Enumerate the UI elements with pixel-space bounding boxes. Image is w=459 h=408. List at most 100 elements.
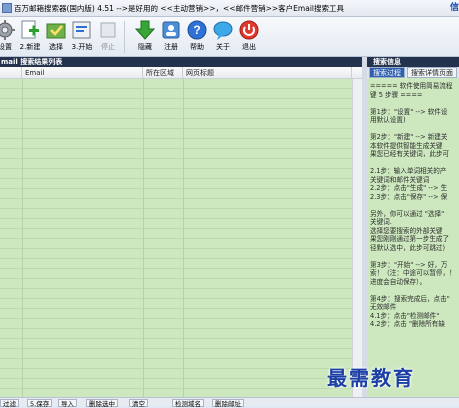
results-header: mail 搜索结果列表: [0, 57, 362, 67]
help-button[interactable]: ? 帮助: [186, 19, 208, 55]
table-row[interactable]: [0, 359, 362, 369]
info-line: 果您刚刚通过第一步生成了: [370, 235, 450, 243]
info-tabs: 搜索过程 搜索详情页面: [367, 67, 459, 78]
table-row[interactable]: [0, 199, 362, 209]
register-button[interactable]: 注册: [160, 19, 182, 55]
stop-label: 停止: [101, 43, 115, 51]
tab-search-process[interactable]: 搜索过程: [369, 67, 405, 78]
table-row[interactable]: [0, 309, 362, 319]
info-line: [370, 252, 459, 261]
table-row[interactable]: [0, 219, 362, 229]
window-title: 百万邮箱搜索器(国内版) 4.51 -->是好用的 <<主动营销>>，<<邮件营…: [14, 4, 344, 13]
table-row[interactable]: [0, 79, 362, 89]
stop-icon: [100, 22, 116, 38]
column-index[interactable]: [0, 67, 22, 79]
table-row[interactable]: [0, 299, 362, 309]
info-line: 4.2步：点击 "删除所有缺: [370, 320, 445, 328]
table-row[interactable]: [0, 169, 362, 179]
start-label: 3.开始: [71, 43, 93, 51]
table-row[interactable]: [0, 339, 362, 349]
select-button[interactable]: 选择: [45, 19, 67, 55]
app-icon: [2, 3, 12, 13]
table-row[interactable]: [0, 289, 362, 299]
column-page-title[interactable]: 网页标题: [183, 67, 352, 79]
start-button[interactable]: 3.开始: [70, 19, 94, 55]
table-row[interactable]: [0, 369, 362, 379]
info-line: 第3步："开始" --> 好，万: [370, 260, 448, 269]
table-row[interactable]: [0, 269, 362, 279]
table-row[interactable]: [0, 149, 362, 159]
table-row[interactable]: [0, 249, 362, 259]
info-line: 另外，你可以通过 "选择": [370, 209, 445, 218]
about-button[interactable]: 关于: [212, 19, 234, 55]
help-icon: ?: [187, 20, 207, 40]
hide-button[interactable]: 隐藏: [134, 19, 156, 55]
table-row[interactable]: [0, 319, 362, 329]
new-label: 2.新建: [19, 43, 41, 51]
info-line: 本软件提供智能生成关键: [370, 141, 443, 150]
exit-button[interactable]: 退出: [238, 19, 260, 55]
info-line: 关键词和邮件关键词: [370, 175, 430, 184]
stop-button[interactable]: 停止: [98, 19, 118, 55]
table-row[interactable]: [0, 159, 362, 169]
title-bar: 百万邮箱搜索器(国内版) 4.51 -->是好用的 <<主动营销>>，<<邮件营…: [0, 0, 459, 17]
info-line: 径默认选中，此步可跳过): [370, 243, 446, 252]
table-row[interactable]: [0, 179, 362, 189]
info-line: [370, 99, 459, 108]
bottom-toolbar: 过滤 5.保存 导入 删除选中 清空 检测域名 删除邮址: [0, 397, 459, 408]
info-line: 2.1步：输入单词相关的产: [370, 167, 447, 175]
table-row[interactable]: [0, 189, 362, 199]
table-row[interactable]: [0, 209, 362, 219]
about-speech-icon: [213, 21, 233, 40]
info-line: [370, 125, 459, 134]
register-icon: [162, 21, 180, 39]
corner-text: 信: [449, 3, 459, 13]
table-row[interactable]: [0, 89, 362, 99]
info-line: 2.3步：点击"保存" --> 保: [370, 192, 448, 201]
down-arrow-icon: [134, 20, 156, 40]
table-row[interactable]: [0, 109, 362, 119]
info-line: [370, 201, 459, 210]
table-row[interactable]: [0, 129, 362, 139]
info-line: 第4步：搜索完成后，点击": [370, 294, 450, 303]
info-line: [370, 286, 459, 295]
info-line: 2.2步：点击"生成" --> 生: [370, 184, 448, 192]
table-row[interactable]: [0, 139, 362, 149]
tab-search-details[interactable]: 搜索详情页面: [407, 67, 457, 78]
register-label: 注册: [164, 43, 178, 51]
grid-line: [183, 79, 184, 397]
select-folder-icon: [46, 23, 66, 39]
info-line: 4.1步：点击"检测邮件": [370, 311, 440, 320]
info-text-area[interactable]: ===== 软件使用简易流程键 5 步骤 ==== 第1步："设置" --> 软…: [367, 78, 459, 397]
results-scrollbar[interactable]: [352, 79, 362, 397]
toolbar-separator: [124, 21, 125, 53]
table-row[interactable]: [0, 239, 362, 249]
column-email[interactable]: Email: [22, 67, 143, 79]
table-row[interactable]: [0, 389, 362, 397]
info-line: [370, 159, 459, 168]
table-row[interactable]: [0, 259, 362, 269]
info-line: 果您已经有关键词，此步可: [370, 150, 450, 158]
hide-label: 隐藏: [138, 43, 152, 51]
info-panel: 搜索信息 搜索过程 搜索详情页面 ===== 软件使用简易流程键 5 步骤 ==…: [367, 57, 459, 397]
table-row[interactable]: [0, 279, 362, 289]
info-line: 键 5 步骤 ====: [370, 90, 423, 99]
table-row[interactable]: [0, 379, 362, 389]
grid-line: [22, 79, 23, 397]
help-label: 帮助: [190, 43, 204, 51]
exit-icon: [239, 20, 259, 40]
svg-text:?: ?: [193, 23, 200, 37]
table-row[interactable]: [0, 119, 362, 129]
table-row[interactable]: [0, 99, 362, 109]
start-icon: [72, 21, 91, 39]
table-row[interactable]: [0, 349, 362, 359]
results-grid[interactable]: [0, 79, 362, 397]
new-button[interactable]: 2.新建: [18, 19, 42, 55]
info-header: 搜索信息: [367, 57, 459, 67]
table-row[interactable]: [0, 229, 362, 239]
table-row[interactable]: [0, 329, 362, 339]
column-region[interactable]: 所在区域: [143, 67, 183, 79]
settings-button[interactable]: 设置: [0, 19, 18, 55]
info-line: 索！（注：中途可以暂停，！: [370, 269, 456, 277]
settings-label: 设置: [0, 43, 12, 51]
